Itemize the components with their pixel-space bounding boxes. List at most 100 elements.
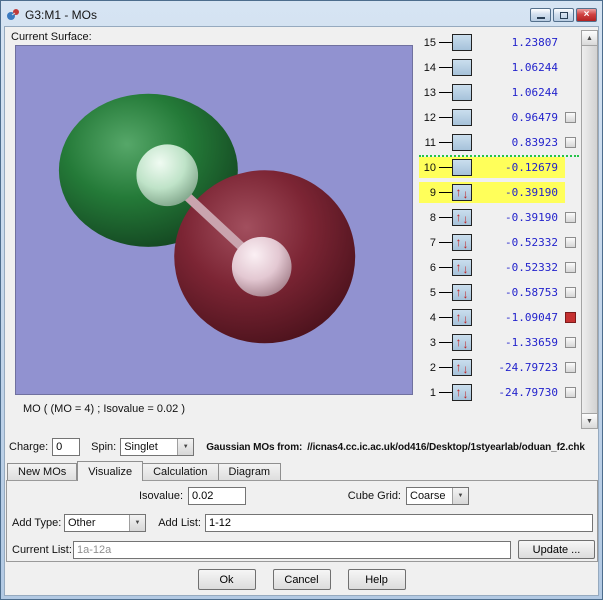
electron-up-arrow-icon: ↑: [455, 334, 462, 349]
window-controls: ×: [530, 8, 597, 22]
mo-energy-value: -0.39190: [505, 186, 558, 199]
mo-orbital-box[interactable]: ↑↓: [452, 309, 472, 326]
scroll-up-icon: ▲: [586, 34, 593, 42]
charge-input[interactable]: [52, 438, 81, 456]
scroll-up-button[interactable]: ▲: [581, 30, 598, 46]
mo-row-main: 12 ↑↓ 0.96479: [419, 107, 565, 128]
mo-row[interactable]: 2 ↑ ↓ -24.79723: [419, 355, 579, 380]
electron-up-arrow-icon: ↑: [455, 209, 462, 224]
add-list-input[interactable]: [205, 514, 593, 532]
mo-number: 8: [429, 211, 436, 224]
electron-down-arrow-icon: ↓: [462, 261, 469, 276]
mo-energy-value: -24.79723: [498, 361, 558, 374]
title-bar[interactable]: G3:M1 - MOs ×: [4, 4, 599, 26]
current-list-input[interactable]: [73, 541, 511, 559]
ok-button[interactable]: Ok: [197, 569, 256, 590]
spin-select[interactable]: Singlet ▼: [120, 438, 195, 456]
cube-grid-select[interactable]: Coarse ▼: [406, 487, 469, 505]
scrollbar-thumb[interactable]: [581, 46, 598, 413]
mo-number: 6: [429, 261, 436, 274]
tab-diagram[interactable]: Diagram: [218, 463, 282, 480]
mo-row-main: 15 ↑↓ 1.23807: [419, 32, 565, 53]
close-button[interactable]: ×: [576, 8, 597, 22]
cube-grid-dropdown-icon[interactable]: ▼: [452, 488, 468, 504]
mo-row[interactable]: 12 ↑↓ 0.96479: [419, 105, 579, 130]
tab-visualize[interactable]: Visualize: [77, 461, 144, 481]
cancel-button[interactable]: Cancel: [272, 569, 331, 590]
electron-up-arrow-icon: ↑: [455, 309, 462, 324]
mo-row[interactable]: 3 ↑ ↓ -1.33659: [419, 330, 579, 355]
mo-row[interactable]: 4 ↑ ↓ -1.09047: [419, 305, 579, 330]
mo-row[interactable]: 10 ↑↓ -0.12679: [419, 155, 579, 180]
scroll-down-button[interactable]: ▼: [581, 413, 598, 429]
isovalue-input[interactable]: [188, 487, 246, 505]
mo-row-main: 5 ↑ ↓ -0.58753: [419, 282, 565, 303]
mo-level-line: [439, 142, 452, 143]
mo-row-main: 2 ↑ ↓ -24.79723: [419, 357, 565, 378]
mo-orbital-box[interactable]: ↑↓: [452, 134, 472, 151]
mo-energy-value: 1.06244: [511, 61, 558, 74]
mo-checkbox[interactable]: [565, 112, 576, 123]
spin-value: Singlet: [124, 441, 158, 453]
mo-row[interactable]: 1 ↑ ↓ -24.79730: [419, 380, 579, 405]
mo-energy-value: -1.09047: [505, 311, 558, 324]
mo-list-scrollbar[interactable]: ▲ ▼: [581, 30, 598, 429]
mo-orbital-box[interactable]: ↑↓: [452, 209, 472, 226]
mo-orbital-box[interactable]: ↑↓: [452, 284, 472, 301]
mo-orbital-box[interactable]: ↑↓: [452, 184, 472, 201]
mo-energy-value: 1.23807: [511, 36, 558, 49]
tab-calculation[interactable]: Calculation: [143, 463, 219, 480]
mo-level-line: [439, 192, 452, 193]
electron-down-arrow-icon: ↓: [462, 361, 469, 376]
mo-row[interactable]: 9 ↑ ↓ -0.39190: [419, 180, 579, 205]
add-type-dropdown-icon[interactable]: ▼: [129, 515, 145, 531]
mo-checkbox[interactable]: [565, 237, 576, 248]
mo-row[interactable]: 14 ↑↓ 1.06244: [419, 55, 579, 80]
mo-orbital-box[interactable]: ↑↓: [452, 384, 472, 401]
mo-checkbox[interactable]: [565, 287, 576, 298]
electron-down-arrow-icon: ↓: [462, 211, 469, 226]
mo-row[interactable]: 6 ↑ ↓ -0.52332: [419, 255, 579, 280]
mo-energy-value: 1.06244: [511, 86, 558, 99]
mo-row[interactable]: 7 ↑ ↓ -0.52332: [419, 230, 579, 255]
mo-row[interactable]: 13 ↑↓ 1.06244: [419, 80, 579, 105]
tab-new-mos[interactable]: New MOs: [7, 463, 78, 480]
molecule-viewport[interactable]: [15, 45, 413, 395]
minimize-button[interactable]: [530, 8, 551, 22]
mo-row-main: 7 ↑ ↓ -0.52332: [419, 232, 565, 253]
tab-strip: New MOs Visualize Calculation Diagram: [7, 460, 282, 481]
mo-row[interactable]: 11 ↑↓ 0.83923: [419, 130, 579, 155]
electron-down-arrow-icon: ↓: [462, 386, 469, 401]
mo-orbital-box[interactable]: ↑↓: [452, 359, 472, 376]
mo-checkbox[interactable]: [565, 362, 576, 373]
mo-energy-list: 15 ↑↓ 1.23807 14 ↑↓ 1.06244 13 ↑↓ 1.0624…: [419, 30, 579, 405]
mo-orbital-box[interactable]: ↑↓: [452, 59, 472, 76]
help-button[interactable]: Help: [347, 569, 406, 590]
spin-dropdown-icon[interactable]: ▼: [177, 439, 194, 455]
mo-energy-value: -24.79730: [498, 386, 558, 399]
tab-label: Visualize: [88, 465, 133, 478]
mo-checkbox[interactable]: [565, 387, 576, 398]
mo-row[interactable]: 8 ↑ ↓ -0.39190: [419, 205, 579, 230]
mo-checkbox[interactable]: [565, 137, 576, 148]
mo-row[interactable]: 15 ↑↓ 1.23807: [419, 30, 579, 55]
mo-checkbox[interactable]: [565, 312, 576, 323]
electron-down-arrow-icon: ↓: [462, 236, 469, 251]
mo-orbital-box[interactable]: ↑↓: [452, 334, 472, 351]
mo-number: 4: [429, 311, 436, 324]
update-button[interactable]: Update ...: [518, 540, 595, 559]
mo-checkbox[interactable]: [565, 337, 576, 348]
mo-energy-value: -1.33659: [505, 336, 558, 349]
mo-orbital-box[interactable]: ↑↓: [452, 109, 472, 126]
mo-orbital-box[interactable]: ↑↓: [452, 234, 472, 251]
mo-checkbox[interactable]: [565, 212, 576, 223]
mo-orbital-box[interactable]: ↑↓: [452, 84, 472, 101]
mo-row[interactable]: 5 ↑ ↓ -0.58753: [419, 280, 579, 305]
mo-checkbox[interactable]: [565, 262, 576, 273]
mo-orbital-box[interactable]: ↑↓: [452, 34, 472, 51]
mo-orbital-box[interactable]: ↑↓: [452, 159, 472, 176]
mo-orbital-box[interactable]: ↑↓: [452, 259, 472, 276]
maximize-button[interactable]: [553, 8, 574, 22]
mo-row-main: 4 ↑ ↓ -1.09047: [419, 307, 565, 328]
add-type-select[interactable]: Other ▼: [64, 514, 146, 532]
